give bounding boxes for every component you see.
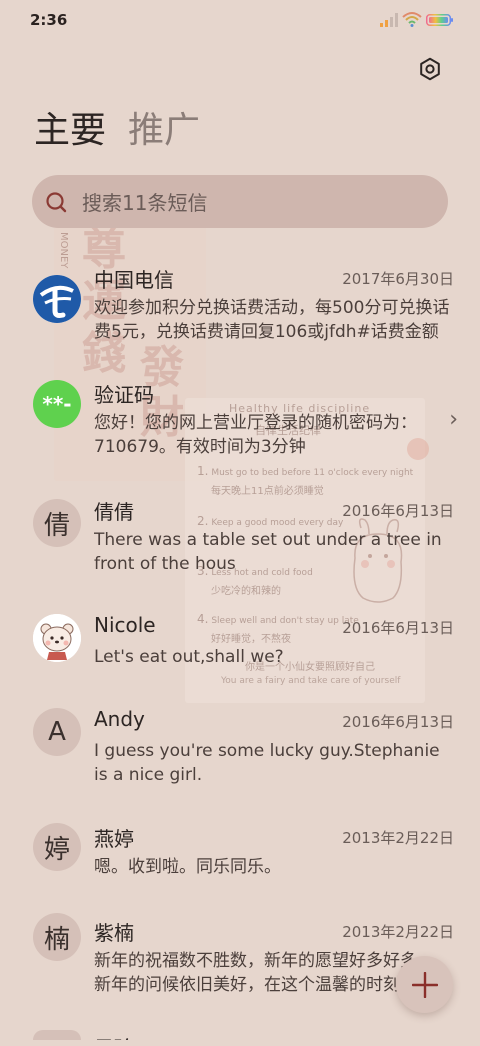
search-bar[interactable] [32,175,448,228]
wifi-icon [402,12,422,27]
battery-icon [426,14,453,26]
tab-primary[interactable]: 主要 [34,108,106,154]
conversation-item[interactable]: Nicole 2016年6月13日 Let's eat out,shall we… [0,613,480,693]
bear-avatar-icon [33,614,81,662]
avatar: 倩 [33,499,81,547]
conversation-date: 2017年6月30日 [342,270,454,288]
conversation-item[interactable]: 婷 燕婷 2013年2月22日 嗯。收到啦。同乐同乐。 [0,823,480,903]
settings-gear-icon[interactable] [418,57,442,81]
conversation-item[interactable]: **- 验证码 您好！您的网上营业厅登录的随机密码为：710679。有效时间为3… [0,379,480,479]
conversation-name: 倩倩 [94,500,134,524]
avatar: A [33,708,81,756]
avatar [33,275,81,323]
conversation-preview: 新年的祝福数不胜数，新年的愿望好多好多，新年的问候依旧美好，在这个温馨的时刻 [94,951,434,995]
conversation-date: 2016年6月13日 [342,713,454,731]
conversation-date: 2016年6月13日 [342,619,454,637]
conversation-date: 2013年2月22日 [342,923,454,941]
conversation-date: 2016年6月13日 [342,502,454,520]
conversation-item[interactable]: 子玲 [0,1026,480,1046]
conversation-item[interactable]: 倩 倩倩 2016年6月13日 There was a table set ou… [0,496,480,596]
conversation-preview: There was a table set out under a tree i… [94,530,442,574]
new-message-button[interactable] [396,956,453,1013]
conversation-preview: 欢迎参加积分兑换话费活动，每500分可兑换话费5元，兑换话费请回复106或jfd… [94,298,450,342]
conversation-item[interactable]: A Andy 2016年6月13日 I guess you're some lu… [0,707,480,807]
avatar: 婷 [33,823,81,871]
avatar [33,614,81,662]
status-time: 2:36 [30,11,68,29]
conversation-name: Nicole [94,613,156,637]
poster-tag: MONEY [58,232,69,269]
conversation-name: 燕婷 [94,827,134,851]
code-icon: **- [42,392,72,416]
conversation-item[interactable]: 中国电信 2017年6月30日 欢迎参加积分兑换话费活动，每500分可兑换话费5… [0,264,480,364]
conversation-name: 中国电信 [94,268,174,292]
avatar [33,1030,81,1040]
search-icon [46,192,67,213]
conversation-preview: 您好！您的网上营业厅登录的随机密码为：710679。有效时间为3分钟 [94,413,417,457]
tab-bar: 主要 推广 [34,108,200,154]
conversation-preview: I guess you're some lucky guy.Stephanie … [94,741,440,785]
conversation-name: 紫楠 [94,921,134,945]
status-bar: 2:36 [0,0,480,40]
search-input[interactable] [80,186,434,220]
signal-icon [380,13,398,27]
avatar: **- [33,380,81,428]
conversation-name: 子玲 [94,1032,134,1040]
card-line-cn: 每天晚上11点前必须睡觉 [211,486,324,497]
conversation-name: Andy [94,707,145,731]
china-telecom-logo-icon [33,275,81,323]
chevron-right-icon[interactable]: › [449,407,458,432]
conversation-preview: Let's eat out,shall we? [94,647,284,667]
avatar: 楠 [33,913,81,961]
tab-promotions[interactable]: 推广 [128,108,200,154]
conversation-preview: 嗯。收到啦。同乐同乐。 [94,857,281,877]
conversation-name: 验证码 [94,383,154,407]
conversation-date: 2013年2月22日 [342,829,454,847]
plus-icon [411,971,438,998]
